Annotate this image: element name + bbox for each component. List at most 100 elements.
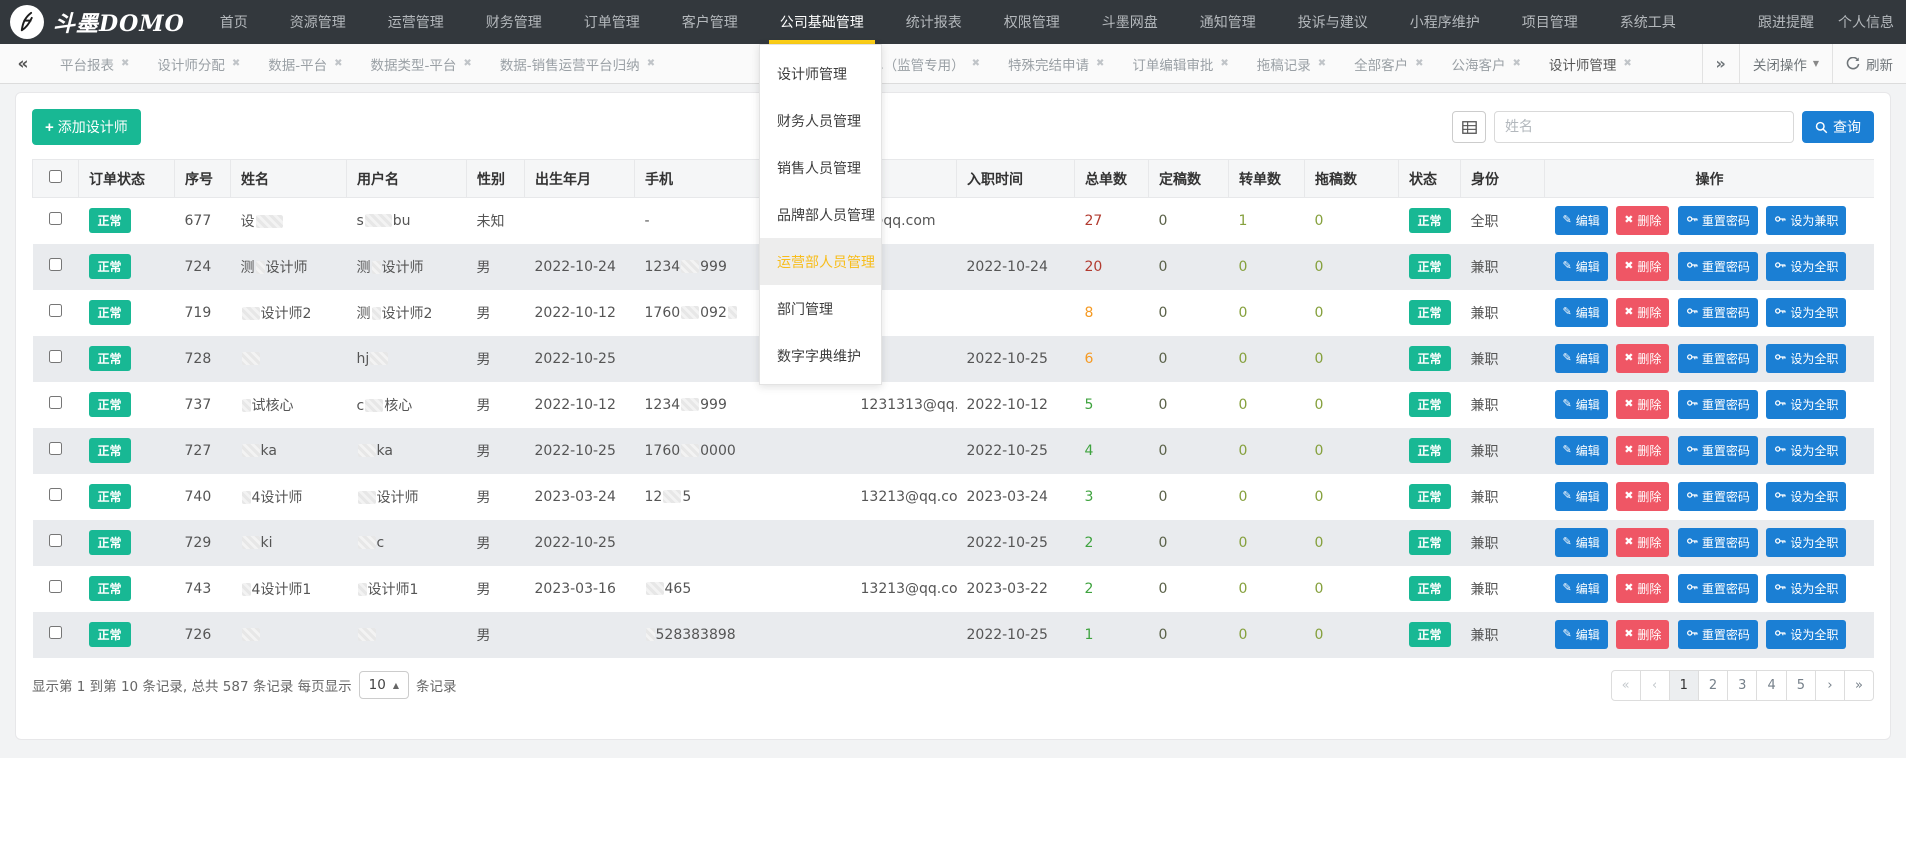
pager-prev[interactable]: ‹: [1640, 670, 1670, 701]
reset-password-button[interactable]: 重置密码: [1678, 528, 1758, 557]
edit-button[interactable]: ✎编辑: [1555, 620, 1608, 649]
pager-first[interactable]: «: [1611, 670, 1641, 701]
tab-close-icon[interactable]: ✖: [1096, 58, 1104, 69]
delete-button[interactable]: ✖删除: [1616, 298, 1669, 327]
row-checkbox[interactable]: [49, 304, 62, 317]
row-checkbox[interactable]: [49, 212, 62, 225]
nav-item-resource-management[interactable]: 资源管理: [269, 0, 367, 44]
refresh-button[interactable]: 刷新: [1832, 44, 1906, 83]
set-role-button[interactable]: 设为全职: [1766, 298, 1846, 327]
delete-button[interactable]: ✖删除: [1616, 482, 1669, 511]
dropdown-item-finance-staff-management[interactable]: 财务人员管理: [760, 97, 881, 144]
delete-button[interactable]: ✖删除: [1616, 436, 1669, 465]
reset-password-button[interactable]: 重置密码: [1678, 482, 1758, 511]
tab-data-sales-ops-platform[interactable]: 数据-销售运营平台归纳✖: [486, 44, 669, 83]
tab-close-icon[interactable]: ✖: [1415, 58, 1423, 69]
tab-order-edit-approval[interactable]: 订单编辑审批✖: [1118, 44, 1242, 83]
set-role-button[interactable]: 设为全职: [1766, 252, 1846, 281]
edit-button[interactable]: ✎编辑: [1555, 344, 1608, 373]
add-designer-button[interactable]: +添加设计师: [32, 109, 141, 145]
dropdown-item-data-dictionary-maintenance[interactable]: 数字字典维护: [760, 332, 881, 379]
tab-close-icon[interactable]: ✖: [334, 58, 342, 69]
row-checkbox[interactable]: [49, 258, 62, 271]
edit-button[interactable]: ✎编辑: [1555, 482, 1608, 511]
tab-data-platform[interactable]: 数据-平台✖: [254, 44, 356, 83]
set-role-button[interactable]: 设为全职: [1766, 390, 1846, 419]
row-checkbox[interactable]: [49, 350, 62, 363]
nav-item-statistics-report[interactable]: 统计报表: [885, 0, 983, 44]
brand[interactable]: 斗墨DOMO: [10, 0, 185, 44]
edit-button[interactable]: ✎编辑: [1555, 206, 1608, 235]
nav-item-operation-management[interactable]: 运营管理: [367, 0, 465, 44]
tab-all-customers[interactable]: 全部客户✖: [1340, 44, 1437, 83]
reset-password-button[interactable]: 重置密码: [1678, 298, 1758, 327]
toggle-columns-button[interactable]: [1452, 111, 1486, 143]
row-checkbox[interactable]: [49, 534, 62, 547]
dropdown-item-operations-dept-staff-management[interactable]: 运营部人员管理: [760, 238, 881, 285]
tab-close-icon[interactable]: ✖: [1318, 58, 1326, 69]
tab-close-icon[interactable]: ✖: [463, 58, 471, 69]
nav-item-complaints-suggestions[interactable]: 投诉与建议: [1277, 0, 1389, 44]
tabs-scroll-right[interactable]: »: [1702, 44, 1739, 83]
pager-last[interactable]: »: [1844, 670, 1874, 701]
row-checkbox[interactable]: [49, 580, 62, 593]
search-button[interactable]: 查询: [1802, 111, 1874, 143]
nav-item-order-management[interactable]: 订单管理: [563, 0, 661, 44]
nav-item-miniprogram-maintenance[interactable]: 小程序维护: [1389, 0, 1501, 44]
edit-button[interactable]: ✎编辑: [1555, 574, 1608, 603]
tabs-scroll-left-icon[interactable]: «: [0, 44, 46, 83]
dropdown-item-sales-staff-management[interactable]: 销售人员管理: [760, 144, 881, 191]
set-role-button[interactable]: 设为全职: [1766, 482, 1846, 511]
reset-password-button[interactable]: 重置密码: [1678, 206, 1758, 235]
nav-item-permission-management[interactable]: 权限管理: [983, 0, 1081, 44]
delete-button[interactable]: ✖删除: [1616, 528, 1669, 557]
tab-platform-report[interactable]: 平台报表✖: [46, 44, 143, 83]
edit-button[interactable]: ✎编辑: [1555, 390, 1608, 419]
set-role-button[interactable]: 设为全职: [1766, 528, 1846, 557]
pager-4[interactable]: 4: [1756, 670, 1786, 701]
nav-item-personal-info[interactable]: 个人信息: [1828, 12, 1904, 32]
delete-button[interactable]: ✖删除: [1616, 574, 1669, 603]
tab-public-sea-customers[interactable]: 公海客户✖: [1438, 44, 1535, 83]
set-role-button[interactable]: 设为全职: [1766, 574, 1846, 603]
search-input[interactable]: [1494, 111, 1794, 143]
row-checkbox[interactable]: [49, 488, 62, 501]
tab-special-finish-apply[interactable]: 特殊完结申请✖: [994, 44, 1118, 83]
reset-password-button[interactable]: 重置密码: [1678, 436, 1758, 465]
set-role-button[interactable]: 设为兼职: [1766, 206, 1846, 235]
reset-password-button[interactable]: 重置密码: [1678, 344, 1758, 373]
tab-designer-management[interactable]: 设计师管理✖: [1535, 44, 1646, 83]
delete-button[interactable]: ✖删除: [1616, 620, 1669, 649]
page-size-select[interactable]: 10 ▲: [359, 671, 409, 699]
edit-button[interactable]: ✎编辑: [1555, 528, 1608, 557]
tab-close-icon[interactable]: ✖: [232, 58, 240, 69]
delete-button[interactable]: ✖删除: [1616, 390, 1669, 419]
delete-button[interactable]: ✖删除: [1616, 344, 1669, 373]
edit-button[interactable]: ✎编辑: [1555, 298, 1608, 327]
select-all-checkbox[interactable]: [49, 170, 62, 183]
row-checkbox[interactable]: [49, 442, 62, 455]
dropdown-item-dept-management[interactable]: 部门管理: [760, 285, 881, 332]
close-operations-menu[interactable]: 关闭操作 ▼: [1739, 44, 1832, 83]
nav-item-follow-up-reminder[interactable]: 跟进提醒: [1748, 12, 1824, 32]
nav-item-home[interactable]: 首页: [199, 0, 269, 44]
edit-button[interactable]: ✎编辑: [1555, 436, 1608, 465]
reset-password-button[interactable]: 重置密码: [1678, 620, 1758, 649]
reset-password-button[interactable]: 重置密码: [1678, 574, 1758, 603]
set-role-button[interactable]: 设为全职: [1766, 436, 1846, 465]
row-checkbox[interactable]: [49, 626, 62, 639]
row-checkbox[interactable]: [49, 396, 62, 409]
tab-designer-assign[interactable]: 设计师分配✖: [143, 44, 254, 83]
tab-close-icon[interactable]: ✖: [1220, 58, 1228, 69]
edit-button[interactable]: ✎编辑: [1555, 252, 1608, 281]
pager-1[interactable]: 1: [1669, 670, 1699, 701]
tab-close-icon[interactable]: ✖: [121, 58, 129, 69]
tab-close-icon[interactable]: ✖: [1623, 58, 1631, 69]
nav-item-notification-management[interactable]: 通知管理: [1179, 0, 1277, 44]
set-role-button[interactable]: 设为全职: [1766, 344, 1846, 373]
nav-item-company-base-management[interactable]: 公司基础管理: [759, 0, 885, 44]
delete-button[interactable]: ✖删除: [1616, 206, 1669, 235]
nav-item-project-management[interactable]: 项目管理: [1501, 0, 1599, 44]
reset-password-button[interactable]: 重置密码: [1678, 390, 1758, 419]
tab-close-icon[interactable]: ✖: [972, 58, 980, 69]
